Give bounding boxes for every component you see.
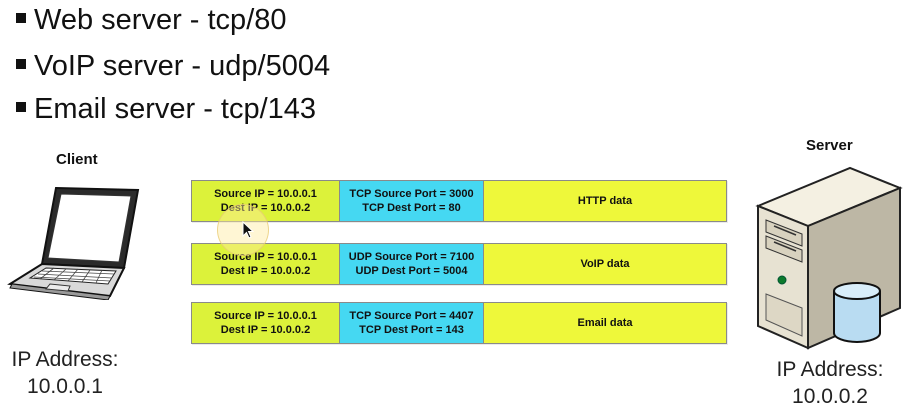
- bullet-square-icon: [16, 102, 26, 113]
- laptop-icon: [7, 186, 140, 300]
- packet-payload: VoIP data: [484, 244, 726, 284]
- list-item: Web server - tcp/80: [16, 3, 287, 37]
- server-ip-address: IP Address: 10.0.0.2: [764, 356, 896, 410]
- client-title: Client: [56, 151, 98, 168]
- client-ip-value: 10.0.0.1: [27, 375, 103, 398]
- packet-ip-header: Source IP = 10.0.0.1 Dest IP = 10.0.0.2: [192, 244, 340, 284]
- source-ip: Source IP = 10.0.0.1: [214, 310, 317, 322]
- packet-payload: HTTP data: [484, 181, 726, 221]
- payload-label: HTTP data: [577, 195, 633, 207]
- dest-port: UDP Dest Port = 5004: [355, 265, 468, 277]
- client-ip-address: IP Address: 10.0.0.1: [0, 346, 130, 400]
- list-item-text: Email server - tcp/143: [34, 93, 317, 125]
- bullet-square-icon: [16, 59, 26, 70]
- dest-port: TCP Dest Port = 80: [362, 202, 461, 214]
- packet-email: Source IP = 10.0.0.1 Dest IP = 10.0.0.2 …: [191, 302, 727, 344]
- mouse-pointer-icon: [242, 221, 255, 239]
- dest-port: TCP Dest Port = 143: [359, 324, 464, 336]
- dest-ip: Dest IP = 10.0.0.2: [220, 265, 311, 277]
- packet-port-header: UDP Source Port = 7100 UDP Dest Port = 5…: [340, 244, 484, 284]
- packet-ip-header: Source IP = 10.0.0.1 Dest IP = 10.0.0.2: [192, 303, 340, 343]
- client-ip-label: IP Address:: [11, 348, 119, 371]
- source-port: TCP Source Port = 4407: [349, 310, 474, 322]
- list-item-text: Web server - tcp/80: [34, 4, 287, 36]
- packet-port-header: TCP Source Port = 3000 TCP Dest Port = 8…: [340, 181, 484, 221]
- list-item: VoIP server - udp/5004: [16, 49, 330, 83]
- dest-ip: Dest IP = 10.0.0.2: [220, 324, 311, 336]
- packet-http: Source IP = 10.0.0.1 Dest IP = 10.0.0.2 …: [191, 180, 727, 222]
- payload-label: VoIP data: [580, 258, 630, 270]
- server-title: Server: [806, 137, 853, 154]
- payload-label: Email data: [577, 317, 633, 329]
- list-item: Email server - tcp/143: [16, 92, 316, 126]
- packet-voip: Source IP = 10.0.0.1 Dest IP = 10.0.0.2 …: [191, 243, 727, 285]
- source-ip: Source IP = 10.0.0.1: [214, 188, 317, 200]
- server-ip-label: IP Address:: [776, 358, 884, 381]
- packet-ip-header: Source IP = 10.0.0.1 Dest IP = 10.0.0.2: [192, 181, 340, 221]
- packet-port-header: TCP Source Port = 4407 TCP Dest Port = 1…: [340, 303, 484, 343]
- database-icon: [833, 282, 881, 343]
- source-port: TCP Source Port = 3000: [349, 188, 474, 200]
- bullet-square-icon: [16, 13, 26, 24]
- source-port: UDP Source Port = 7100: [348, 251, 475, 263]
- packet-payload: Email data: [484, 303, 726, 343]
- list-item-text: VoIP server - udp/5004: [34, 50, 331, 82]
- server-ip-value: 10.0.0.2: [792, 385, 868, 408]
